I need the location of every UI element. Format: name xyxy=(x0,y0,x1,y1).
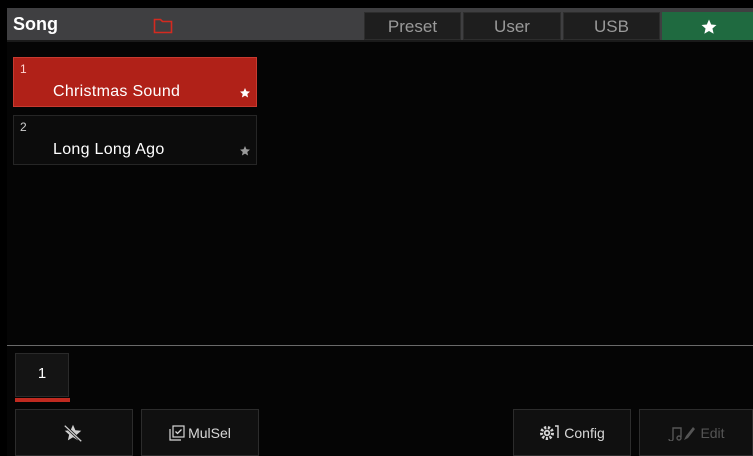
song-browser-screen: Song Preset User USB 1 Christmas Sound 2… xyxy=(7,8,753,456)
song-name: Long Long Ago xyxy=(53,141,165,158)
tab-favorites[interactable] xyxy=(662,12,753,40)
tab-preset-label: Preset xyxy=(387,17,438,36)
page-title: Song xyxy=(13,14,58,34)
folder-icon[interactable] xyxy=(153,16,173,34)
song-item-christmas-sound[interactable]: 1 Christmas Sound xyxy=(13,57,257,107)
list-divider xyxy=(7,345,753,346)
favorite-star-icon xyxy=(240,146,250,156)
favorite-star-icon xyxy=(240,88,250,98)
tab-usb[interactable]: USB xyxy=(563,12,660,40)
config-label: Config xyxy=(564,424,605,441)
multiselect-icon xyxy=(169,424,185,441)
song-name: Christmas Sound xyxy=(53,83,181,100)
unfavorite-button[interactable] xyxy=(15,409,133,456)
edit-label: Edit xyxy=(700,424,725,441)
song-number: 2 xyxy=(20,120,27,134)
tab-preset[interactable]: Preset xyxy=(364,12,461,40)
star-remove-icon xyxy=(63,424,82,442)
song-number: 1 xyxy=(20,62,27,76)
tab-user-label: User xyxy=(494,17,530,36)
multiselect-label: MulSel xyxy=(188,424,231,441)
page-tab-1[interactable]: 1 xyxy=(15,353,69,397)
gear-icon xyxy=(540,424,559,440)
header-bar: Song Preset User USB xyxy=(7,8,753,42)
tab-user[interactable]: User xyxy=(463,12,561,40)
edit-button[interactable]: Edit xyxy=(639,409,753,456)
song-item-long-long-ago[interactable]: 2 Long Long Ago xyxy=(13,115,257,165)
tab-usb-label: USB xyxy=(594,17,629,36)
config-button[interactable]: Config xyxy=(513,409,631,456)
star-icon xyxy=(701,19,717,34)
page-number: 1 xyxy=(37,365,47,382)
music-edit-icon xyxy=(668,426,696,441)
page-active-indicator xyxy=(15,398,70,402)
multiselect-button[interactable]: MulSel xyxy=(141,409,259,456)
